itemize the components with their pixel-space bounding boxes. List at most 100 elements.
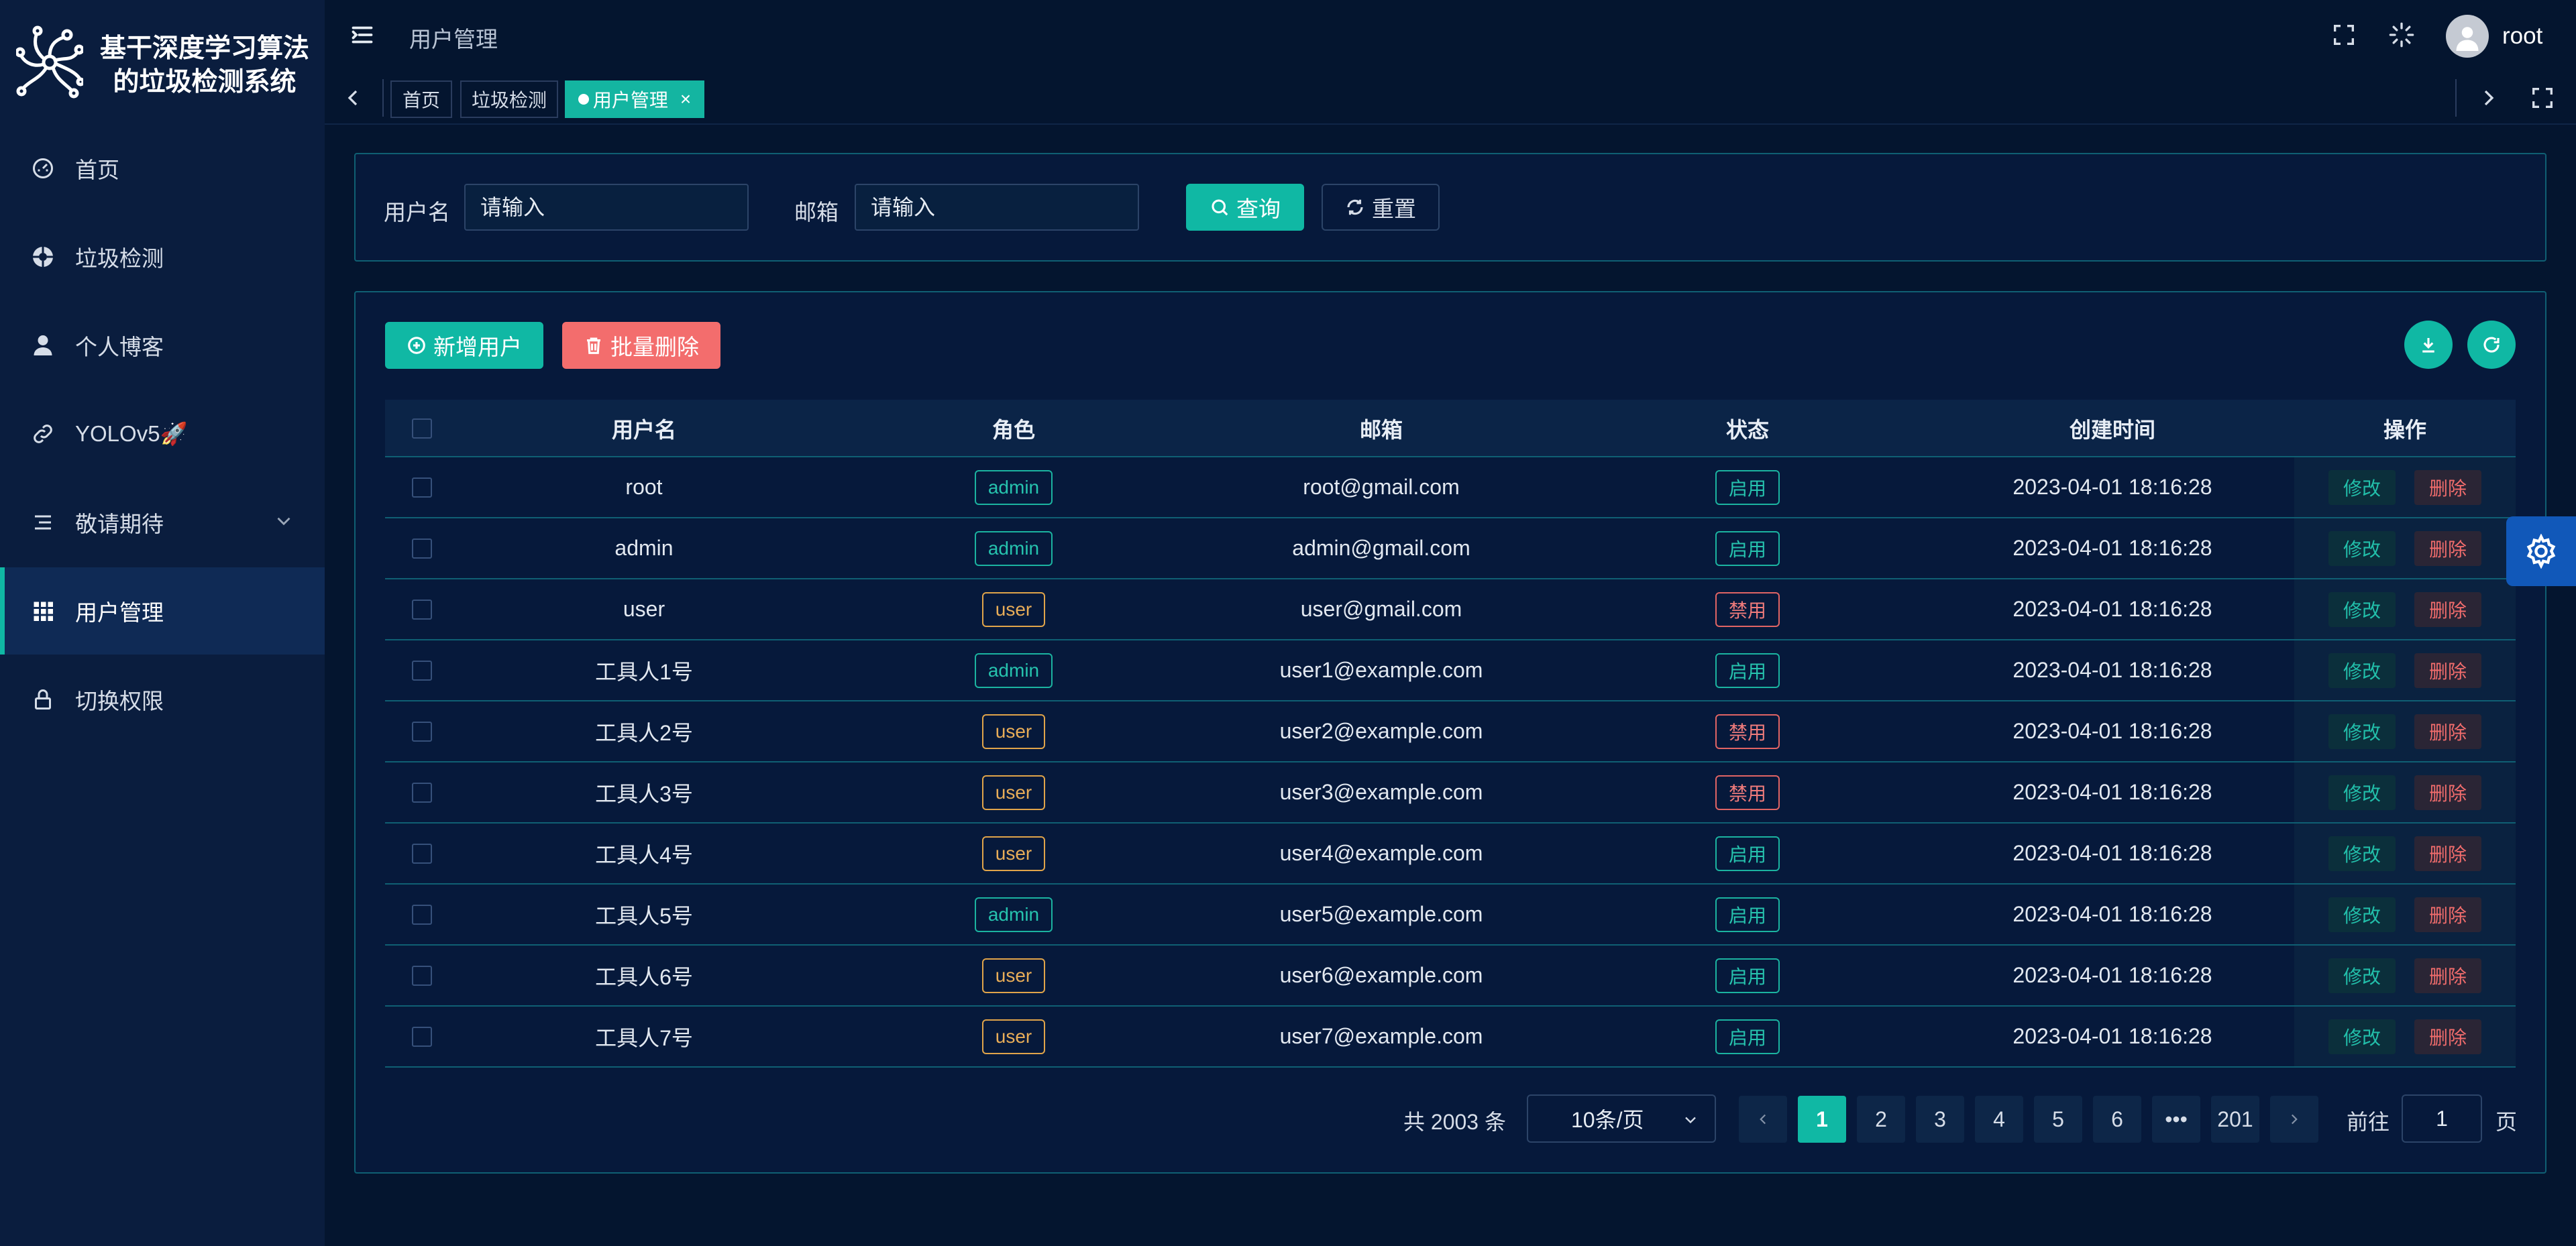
batch-delete-button[interactable]: 批量删除 xyxy=(562,322,720,369)
delete-button[interactable]: 删除 xyxy=(2414,836,2481,871)
select-cell xyxy=(385,640,459,700)
download-button[interactable] xyxy=(2404,321,2453,369)
row-checkbox[interactable] xyxy=(412,721,432,742)
fullscreen-icon[interactable] xyxy=(2529,84,2556,111)
page-size-select[interactable]: 10条/页 xyxy=(1527,1094,1716,1143)
edit-button[interactable]: 修改 xyxy=(2328,836,2396,871)
next-page-button[interactable] xyxy=(2270,1096,2318,1143)
fullscreen-icon[interactable] xyxy=(2330,21,2357,48)
page-button[interactable]: 201 xyxy=(2211,1096,2259,1143)
row-checkbox[interactable] xyxy=(412,843,432,864)
breadcrumb: 用户管理 xyxy=(409,27,498,52)
email-value: user1@example.com xyxy=(1279,658,1483,682)
sidebar-item-user-management[interactable]: 用户管理 xyxy=(0,567,325,655)
sidebar-item-coming-soon[interactable]: 敬请期待 xyxy=(0,479,325,566)
row-checkbox[interactable] xyxy=(412,904,432,925)
edit-button[interactable]: 修改 xyxy=(2328,1019,2396,1054)
username-value: 工具人6号 xyxy=(595,964,693,989)
menu-fold-icon[interactable] xyxy=(350,23,374,47)
select-cell xyxy=(385,824,459,883)
edit-button[interactable]: 修改 xyxy=(2328,591,2396,627)
delete-button[interactable]: 删除 xyxy=(2414,775,2481,810)
page-button[interactable]: 3 xyxy=(1916,1096,1964,1143)
edit-button[interactable]: 修改 xyxy=(2328,714,2396,749)
created-cell: 2023-04-01 18:16:28 xyxy=(1931,946,2294,1005)
column-header[interactable]: 状态 xyxy=(1564,400,1931,457)
edit-button[interactable]: 修改 xyxy=(2328,653,2396,688)
username-label: 用户名 xyxy=(384,200,450,225)
user-name[interactable]: root xyxy=(2502,23,2542,50)
refresh-button[interactable] xyxy=(2467,321,2516,369)
avatar[interactable] xyxy=(2446,15,2489,58)
row-checkbox[interactable] xyxy=(412,1026,432,1047)
column-header[interactable]: 操作 xyxy=(2294,400,2516,457)
chevron-left-icon[interactable] xyxy=(339,84,366,111)
edit-button[interactable]: 修改 xyxy=(2328,958,2396,993)
download-icon xyxy=(2422,338,2434,353)
role-badge: user xyxy=(981,958,1046,993)
column-header[interactable]: 邮箱 xyxy=(1198,400,1564,457)
tab-detection[interactable]: 垃圾检测 xyxy=(460,80,558,118)
delete-button[interactable]: 删除 xyxy=(2414,469,2481,505)
settings-button[interactable] xyxy=(2506,516,2576,586)
sidebar-item-blog[interactable]: 个人博客 xyxy=(0,302,325,389)
edit-button[interactable]: 修改 xyxy=(2328,469,2396,505)
delete-button[interactable]: 删除 xyxy=(2414,714,2481,749)
sidebar-item-yolov5[interactable]: YOLOv5🚀 xyxy=(0,390,325,477)
delete-button[interactable]: 删除 xyxy=(2414,897,2481,932)
username-cell: 工具人4号 xyxy=(459,824,829,883)
column-header[interactable]: 创建时间 xyxy=(1931,400,2294,457)
chevron-down-icon xyxy=(1685,1117,1696,1124)
goto-page-input[interactable] xyxy=(2402,1094,2482,1143)
column-header[interactable]: 用户名 xyxy=(459,400,829,457)
role-cell: admin xyxy=(829,518,1198,578)
tab-home[interactable]: 首页 xyxy=(390,80,452,118)
row-checkbox[interactable] xyxy=(412,599,432,620)
delete-button[interactable]: 删除 xyxy=(2414,591,2481,627)
page-button[interactable]: 6 xyxy=(2093,1096,2141,1143)
delete-button[interactable]: 删除 xyxy=(2414,530,2481,566)
delete-button[interactable]: 删除 xyxy=(2414,1019,2481,1054)
created-time: 2023-04-01 18:16:28 xyxy=(2012,719,2212,743)
page-button[interactable]: 2 xyxy=(1857,1096,1905,1143)
username-input[interactable] xyxy=(464,184,749,231)
page-button[interactable]: 1 xyxy=(1798,1096,1846,1143)
add-user-button[interactable]: 新增用户 xyxy=(385,322,543,369)
chevron-right-icon[interactable] xyxy=(2475,84,2502,111)
row-checkbox[interactable] xyxy=(412,965,432,986)
row-checkbox[interactable] xyxy=(412,477,432,498)
prev-page-button[interactable] xyxy=(1739,1096,1787,1143)
sidebar-item-detection[interactable]: 垃圾检测 xyxy=(0,213,325,300)
status-badge: 启用 xyxy=(1715,530,1780,566)
link-icon xyxy=(30,420,56,447)
page-button[interactable]: 4 xyxy=(1975,1096,2023,1143)
username-cell: user xyxy=(459,579,829,639)
sidebar-item-home[interactable]: 首页 xyxy=(0,125,325,212)
tab-label: 用户管理 xyxy=(592,90,668,111)
page-button[interactable]: 5 xyxy=(2034,1096,2082,1143)
loading-icon[interactable] xyxy=(2388,21,2415,48)
row-checkbox[interactable] xyxy=(412,782,432,803)
email-cell: root@gmail.com xyxy=(1198,457,1564,517)
close-icon[interactable]: × xyxy=(680,89,691,110)
role-badge: admin xyxy=(974,530,1053,566)
row-checkbox[interactable] xyxy=(412,660,432,681)
column-header[interactable]: 角色 xyxy=(829,400,1198,457)
edit-button[interactable]: 修改 xyxy=(2328,530,2396,566)
edit-button[interactable]: 修改 xyxy=(2328,897,2396,932)
email-input[interactable] xyxy=(855,184,1139,231)
edit-button[interactable]: 修改 xyxy=(2328,775,2396,810)
email-value: user3@example.com xyxy=(1279,780,1483,804)
query-button[interactable]: 查询 xyxy=(1186,184,1304,231)
row-checkbox[interactable] xyxy=(412,538,432,559)
reset-button[interactable]: 重置 xyxy=(1322,184,1440,231)
more-pages-button[interactable]: ••• xyxy=(2152,1096,2200,1143)
delete-button[interactable]: 删除 xyxy=(2414,653,2481,688)
operation-cell: 修改 删除 xyxy=(2294,762,2516,822)
delete-button[interactable]: 删除 xyxy=(2414,958,2481,993)
select-all-checkbox[interactable] xyxy=(412,418,432,439)
sidebar-item-switch-permission[interactable]: 切换权限 xyxy=(0,656,325,743)
status-badge: 启用 xyxy=(1715,469,1780,505)
tab-user-management[interactable]: 用户管理 × xyxy=(565,80,704,118)
app-title-line2: 的垃圾检测系统 xyxy=(113,68,297,97)
